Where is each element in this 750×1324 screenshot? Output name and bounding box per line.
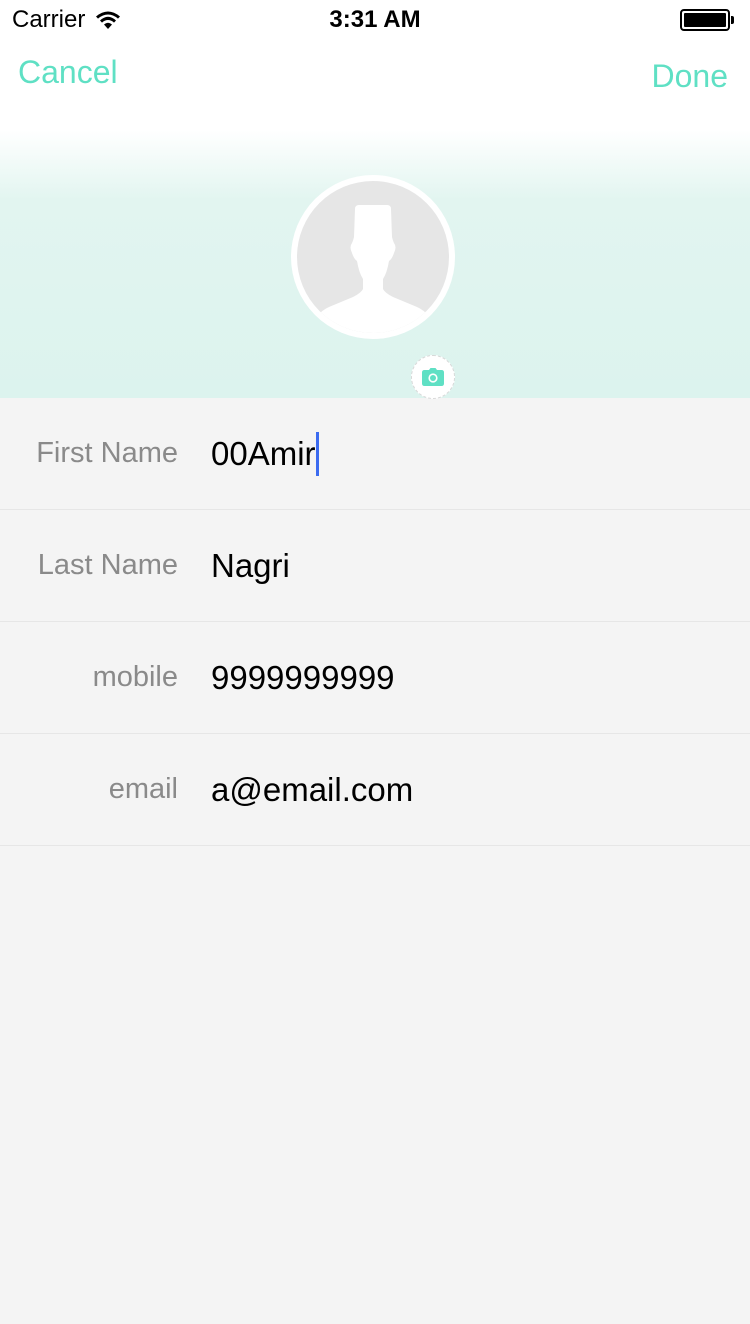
avatar[interactable]	[291, 175, 455, 339]
cancel-button[interactable]: Cancel	[18, 54, 118, 91]
contact-form: First Name 00Amir Last Name Nagri mobile…	[0, 398, 750, 846]
edit-contact-screen: Cancel Done Carrier 3:31 AM First Name 0…	[0, 0, 750, 1324]
wifi-icon	[96, 11, 121, 29]
first-name-input[interactable]: 00Amir	[211, 431, 319, 476]
carrier-label: Carrier	[12, 6, 86, 33]
first-name-value: 00Amir	[211, 434, 316, 472]
field-row-last-name[interactable]: Last Name Nagri	[0, 510, 750, 622]
last-name-label: Last Name	[37, 549, 178, 581]
person-placeholder-icon	[309, 205, 437, 333]
email-input[interactable]: a@email.com	[211, 771, 413, 809]
battery-icon	[680, 9, 734, 31]
change-photo-button[interactable]	[411, 355, 455, 399]
first-name-label: First Name	[36, 437, 178, 469]
done-button[interactable]: Done	[652, 58, 729, 95]
camera-icon	[422, 368, 444, 386]
mobile-label: mobile	[92, 661, 178, 693]
field-row-mobile[interactable]: mobile 9999999999	[0, 622, 750, 734]
text-caret	[315, 431, 319, 476]
field-row-email[interactable]: email a@email.com	[0, 734, 750, 846]
profile-header: Cancel Done	[0, 0, 750, 399]
status-bar: Carrier 3:31 AM	[0, 0, 750, 40]
last-name-input[interactable]: Nagri	[211, 547, 290, 585]
email-label: email	[108, 773, 178, 805]
field-row-first-name[interactable]: First Name 00Amir	[0, 398, 750, 510]
mobile-input[interactable]: 9999999999	[211, 659, 395, 697]
